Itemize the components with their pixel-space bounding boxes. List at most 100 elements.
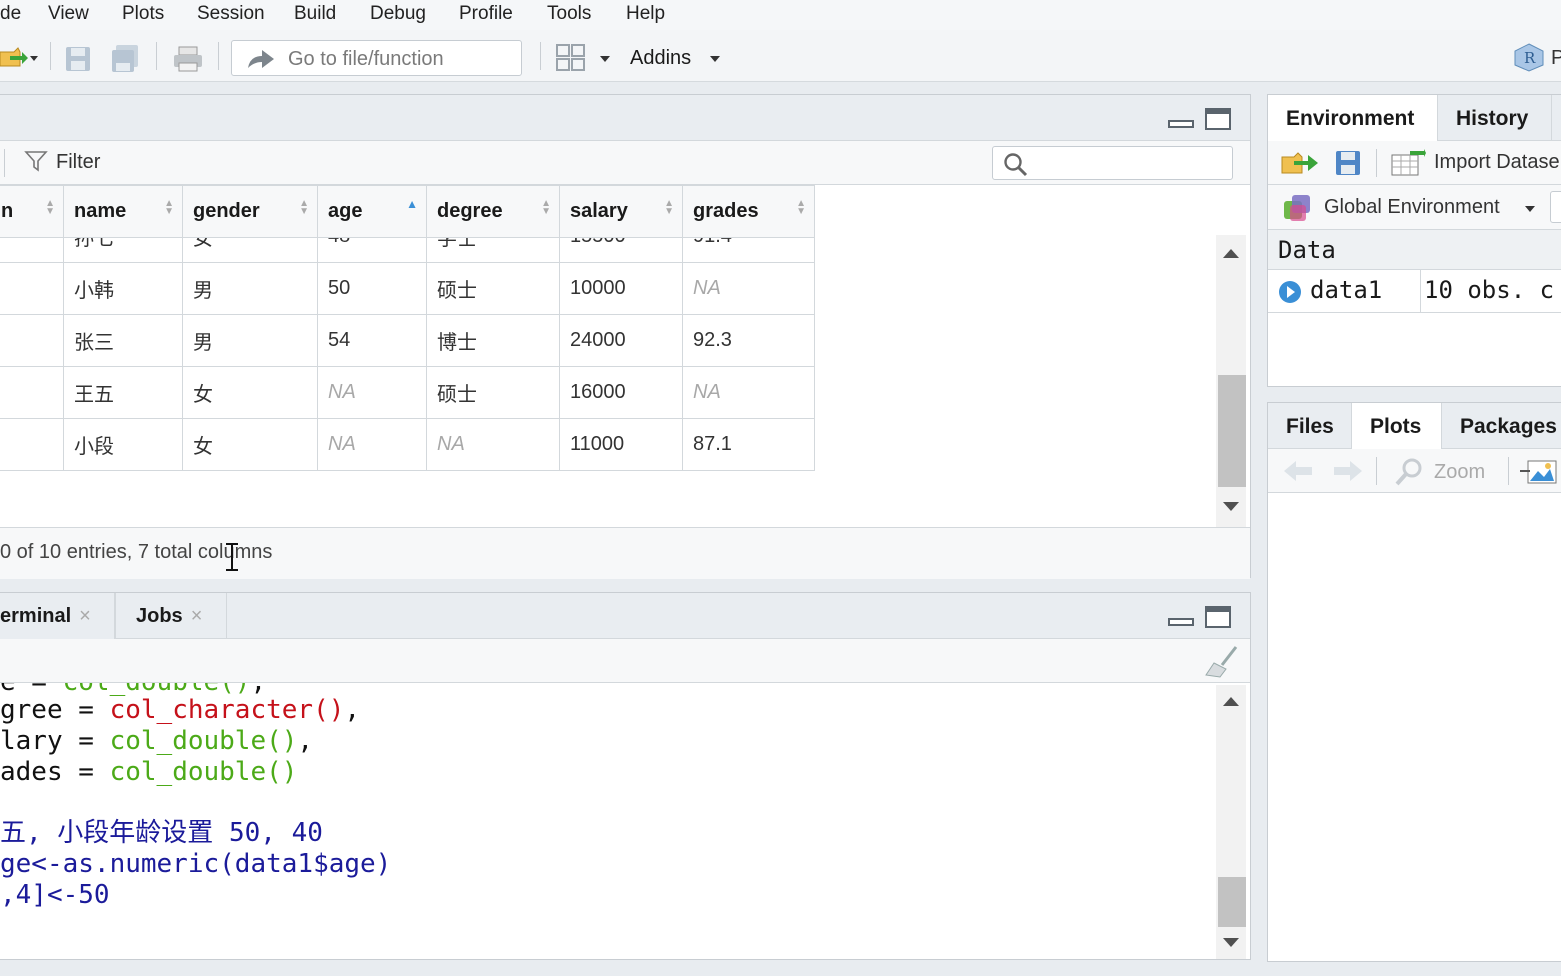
addins-caret-icon[interactable] bbox=[708, 54, 722, 64]
zoom-icon[interactable] bbox=[1394, 457, 1424, 487]
broom-clear-icon[interactable] bbox=[1202, 645, 1242, 679]
menu-item-help[interactable]: Help bbox=[626, 3, 665, 25]
data-viewer-pane: Filter n ▲ ▼ name ▲ ▼ gender ▲ ▼ age ▲ degree ▲ ▼… bbox=[0, 94, 1251, 579]
data-grid: n ▲ ▼ name ▲ ▼ gender ▲ ▼ age ▲ degree ▲ ▼ salary… bbox=[0, 185, 815, 238]
table-row: 小韩男 50 硕士 10000 NA bbox=[0, 262, 815, 315]
viewer-tab-bar bbox=[0, 95, 1250, 141]
menu-item-session[interactable]: Session bbox=[197, 3, 265, 25]
environment-toolbar: Import Datase bbox=[1268, 141, 1561, 185]
tab-terminal[interactable]: erminal × bbox=[0, 593, 115, 639]
export-plot-icon[interactable] bbox=[1520, 459, 1560, 485]
console-toolbar bbox=[0, 639, 1250, 683]
menu-item-profile[interactable]: Profile bbox=[459, 3, 513, 25]
code-line: lary = col_double(), bbox=[0, 726, 314, 756]
open-project-icon[interactable] bbox=[0, 44, 40, 70]
data-grid-body: 孙七 女 48 学士 15500 91.4 小韩男50硕士10000NA 张三男… bbox=[0, 238, 815, 471]
scroll-up-icon[interactable] bbox=[1222, 695, 1240, 707]
menu-item-code[interactable]: de bbox=[0, 3, 21, 25]
dropdown-caret-icon[interactable] bbox=[1524, 205, 1536, 213]
data-section-header: Data bbox=[1268, 230, 1561, 270]
filter-label: Filter bbox=[56, 151, 101, 173]
project-menu-truncated[interactable]: P bbox=[1551, 47, 1561, 70]
environment-search-input[interactable] bbox=[1550, 191, 1561, 223]
tab-jobs[interactable]: Jobs × bbox=[115, 593, 227, 639]
table-row: 小段女 NA NA 11000 87.1 bbox=[0, 418, 815, 471]
table-row: 张三男 54 博士 24000 92.3 bbox=[0, 314, 815, 367]
r-project-icon[interactable]: R bbox=[1512, 42, 1546, 72]
code-line: gree = col_character(), bbox=[0, 695, 361, 725]
tab-history[interactable]: History bbox=[1438, 95, 1552, 141]
code-editor[interactable]: e = col_double(), gree = col_character()… bbox=[0, 683, 1215, 959]
close-tab-icon[interactable]: × bbox=[79, 605, 91, 627]
save-workspace-icon[interactable] bbox=[1334, 149, 1362, 177]
environment-pane: Environment History Import Datase Global… bbox=[1267, 94, 1561, 387]
column-header-name[interactable]: name ▲ ▼ bbox=[63, 185, 183, 238]
minimize-pane-icon[interactable] bbox=[1167, 107, 1195, 131]
code-comment-line: 五, 小段年龄设置 50, 40 bbox=[0, 818, 323, 848]
svg-text:R: R bbox=[1524, 49, 1536, 67]
save-icon[interactable] bbox=[64, 45, 92, 73]
tab-packages[interactable]: Packages bbox=[1442, 403, 1561, 449]
import-dataset-button[interactable]: Import Datase bbox=[1434, 151, 1560, 174]
console-tab-bar: erminal × Jobs × bbox=[0, 593, 1250, 639]
console-scroll-thumb[interactable] bbox=[1218, 877, 1246, 927]
minimize-pane-icon[interactable] bbox=[1167, 605, 1195, 629]
column-header-degree[interactable]: degree ▲ ▼ bbox=[426, 185, 560, 238]
menu-item-tools[interactable]: Tools bbox=[547, 3, 591, 25]
menu-item-view[interactable]: View bbox=[48, 3, 89, 25]
scroll-down-icon[interactable] bbox=[1222, 937, 1240, 949]
main-toolbar: Go to file/function Addins R P bbox=[0, 30, 1561, 82]
menu-item-build[interactable]: Build bbox=[294, 3, 336, 25]
viewer-scrollbar[interactable] bbox=[1216, 235, 1246, 527]
column-header-grades[interactable]: grades ▲ ▼ bbox=[682, 185, 815, 238]
scroll-down-icon[interactable] bbox=[1222, 501, 1240, 513]
code-line: ,4]<-50 bbox=[0, 880, 110, 910]
console-pane: erminal× Jobs× e = col_double(), gree = … bbox=[0, 592, 1251, 960]
close-tab-icon[interactable]: × bbox=[191, 605, 203, 627]
tab-plots[interactable]: Plots bbox=[1352, 403, 1442, 449]
viewer-status-bar: 0 of 10 entries, 7 total columns bbox=[0, 527, 1250, 579]
grid-body-clip: 孙七 女 48 学士 15500 91.4 小韩男50硕士10000NA 张三男… bbox=[0, 238, 1216, 527]
menu-item-debug[interactable]: Debug bbox=[370, 3, 426, 25]
viewer-search-input[interactable] bbox=[992, 146, 1233, 180]
column-header-salary[interactable]: salary ▲ ▼ bbox=[559, 185, 683, 238]
viewer-scroll-thumb[interactable] bbox=[1218, 375, 1246, 487]
addins-menu[interactable]: Addins bbox=[630, 47, 691, 70]
save-all-icon[interactable] bbox=[110, 43, 142, 75]
tab-environment[interactable]: Environment bbox=[1268, 95, 1438, 141]
print-icon[interactable] bbox=[172, 45, 204, 73]
filter-icon bbox=[24, 151, 48, 172]
menu-bar: de View Plots Session Build Debug Profil… bbox=[0, 0, 1561, 30]
environment-object-row[interactable]: data1 10 obs. c bbox=[1268, 270, 1561, 313]
menu-item-plots[interactable]: Plots bbox=[122, 3, 164, 25]
table-row: 孙七 女 48 学士 15500 91.4 bbox=[0, 238, 815, 263]
environment-scope-icon bbox=[1284, 195, 1310, 221]
zoom-button[interactable]: Zoom bbox=[1434, 461, 1485, 484]
files-plots-pane: Files Plots Packages Zoom bbox=[1267, 402, 1561, 962]
load-workspace-icon[interactable] bbox=[1280, 149, 1320, 177]
import-dataset-icon[interactable] bbox=[1390, 149, 1426, 177]
text-cursor-icon bbox=[226, 543, 238, 571]
plots-toolbar: Zoom bbox=[1268, 449, 1561, 493]
tab-files[interactable]: Files bbox=[1268, 403, 1352, 449]
object-name[interactable]: data1 bbox=[1310, 276, 1382, 304]
search-icon bbox=[1004, 153, 1028, 177]
sort-ascending-icon: ▲ bbox=[406, 197, 418, 211]
global-environment-dropdown[interactable]: Global Environment bbox=[1324, 196, 1500, 219]
pane-layout-icon[interactable] bbox=[556, 44, 618, 72]
column-header-age[interactable]: age ▲ bbox=[317, 185, 427, 238]
code-line: ades = col_double() bbox=[0, 757, 298, 787]
expand-object-icon[interactable] bbox=[1278, 280, 1302, 304]
goto-placeholder: Go to file/function bbox=[288, 48, 444, 70]
column-header-n[interactable]: n ▲ ▼ bbox=[0, 185, 64, 238]
column-header-gender[interactable]: gender ▲ ▼ bbox=[182, 185, 318, 238]
previous-plot-icon[interactable] bbox=[1282, 459, 1314, 483]
goto-file-input[interactable]: Go to file/function bbox=[231, 40, 522, 76]
maximize-pane-icon[interactable] bbox=[1204, 107, 1232, 131]
next-plot-icon[interactable] bbox=[1332, 459, 1364, 483]
viewer-toolbar: Filter bbox=[0, 141, 1250, 185]
scroll-up-icon[interactable] bbox=[1222, 247, 1240, 259]
goto-arrow-icon bbox=[248, 50, 274, 68]
maximize-pane-icon[interactable] bbox=[1204, 605, 1232, 629]
console-scrollbar[interactable] bbox=[1216, 685, 1246, 959]
